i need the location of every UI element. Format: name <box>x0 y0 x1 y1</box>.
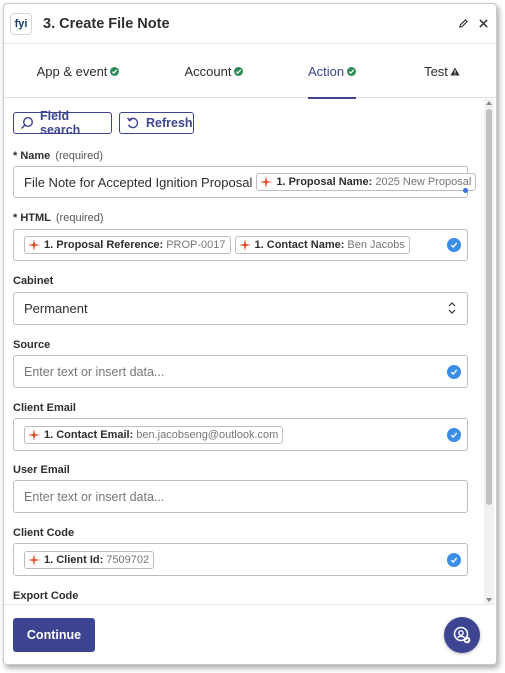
fyi-app-logo: fyi <box>10 12 32 35</box>
source-label: Source <box>13 339 51 351</box>
cabinet-select[interactable]: Permanent <box>13 292 468 325</box>
search-icon <box>20 116 34 130</box>
panel-footer: Continue <box>4 604 496 664</box>
refresh-icon <box>126 116 140 130</box>
continue-button[interactable]: Continue <box>13 618 95 652</box>
valid-check-icon <box>447 238 461 252</box>
source-placeholder: Enter text or insert data... <box>24 364 165 379</box>
refresh-label: Refresh <box>146 116 193 130</box>
valid-check-icon <box>447 364 461 379</box>
zapier-spark-icon <box>238 239 251 251</box>
valid-check-icon <box>447 427 461 442</box>
form-scrollbar[interactable] <box>484 99 494 604</box>
html-field[interactable]: 1. Proposal Reference: PROP-0017 1. Conta… <box>13 229 468 261</box>
tab-account[interactable]: Account <box>152 44 276 98</box>
valid-check-icon <box>447 552 461 567</box>
field-search-button[interactable]: Field search <box>13 109 112 137</box>
scrollbar-thumb[interactable] <box>486 109 492 505</box>
warning-triangle-icon <box>450 67 460 76</box>
tab-action[interactable]: Action <box>308 44 356 99</box>
cabinet-selected-value: Permanent <box>24 301 88 316</box>
user-email-label: User Email <box>13 464 70 476</box>
field-search-label: Field search <box>40 109 81 137</box>
zapier-spark-icon <box>28 239 40 251</box>
proposal-name-pill[interactable]: 1. Proposal Name: 2025 New Proposal <box>256 173 477 191</box>
client-email-field[interactable]: 1. Contact Email: ben.jacobseng@outlook.c… <box>13 418 468 451</box>
contact-email-pill[interactable]: 1. Contact Email: ben.jacobseng@outlook.c… <box>24 425 284 444</box>
name-label: * Name (required) <box>13 150 103 162</box>
client-code-label: Client Code <box>13 527 75 539</box>
tab-app-event[interactable]: App & event <box>4 44 152 98</box>
client-email-label: Client Email <box>13 402 76 414</box>
cabinet-label: Cabinet <box>13 275 54 287</box>
tab-label: Action <box>308 63 345 79</box>
name-static-text: File Note for Accepted Ignition Proposal <box>24 174 253 190</box>
refresh-button[interactable]: Refresh <box>119 112 194 134</box>
create-file-note-panel: fyi 3. Create File Note App & event Acco… <box>3 3 497 665</box>
check-circle-icon <box>234 66 244 76</box>
user-email-placeholder: Enter text or insert data... <box>24 489 165 504</box>
tab-test[interactable]: Test <box>402 44 482 98</box>
tab-label: Account <box>184 63 232 79</box>
user-email-field[interactable]: Enter text or insert data... <box>13 480 468 513</box>
pencil-icon[interactable] <box>454 14 472 32</box>
tab-label: App & event <box>36 63 108 79</box>
tab-label: Test <box>424 63 448 79</box>
contact-name-pill[interactable]: 1. Contact Name: Ben Jacobs <box>234 236 410 254</box>
scroll-up-icon[interactable] <box>486 101 492 105</box>
zapier-spark-icon <box>28 428 40 441</box>
proposal-reference-pill[interactable]: 1. Proposal Reference: PROP-0017 <box>24 236 231 254</box>
chevron-up-down-icon <box>447 301 457 318</box>
action-form: Field search Refresh * Name (required) Fi… <box>4 99 482 604</box>
resize-dot <box>463 188 468 193</box>
zapier-spark-icon <box>28 553 40 566</box>
html-label: * HTML (required) <box>13 212 104 224</box>
check-circle-icon <box>110 66 120 76</box>
check-circle-icon <box>347 66 356 76</box>
client-id-pill[interactable]: 1. Client Id: 7509702 <box>24 550 155 569</box>
step-title: 3. Create File Note <box>43 15 170 32</box>
name-field[interactable]: File Note for Accepted Ignition Proposal… <box>13 166 477 198</box>
source-field[interactable]: Enter text or insert data... <box>13 355 468 388</box>
scroll-down-icon[interactable] <box>486 598 492 602</box>
panel-header: fyi 3. Create File Note <box>4 4 496 44</box>
client-code-field[interactable]: 1. Client Id: 7509702 <box>13 543 468 576</box>
zapier-spark-icon <box>260 176 273 188</box>
step-tabs: App & event Account Action Test <box>4 44 496 99</box>
support-chat-icon[interactable] <box>444 617 480 653</box>
close-icon[interactable] <box>474 14 492 32</box>
export-code-label: Export Code <box>13 590 79 602</box>
